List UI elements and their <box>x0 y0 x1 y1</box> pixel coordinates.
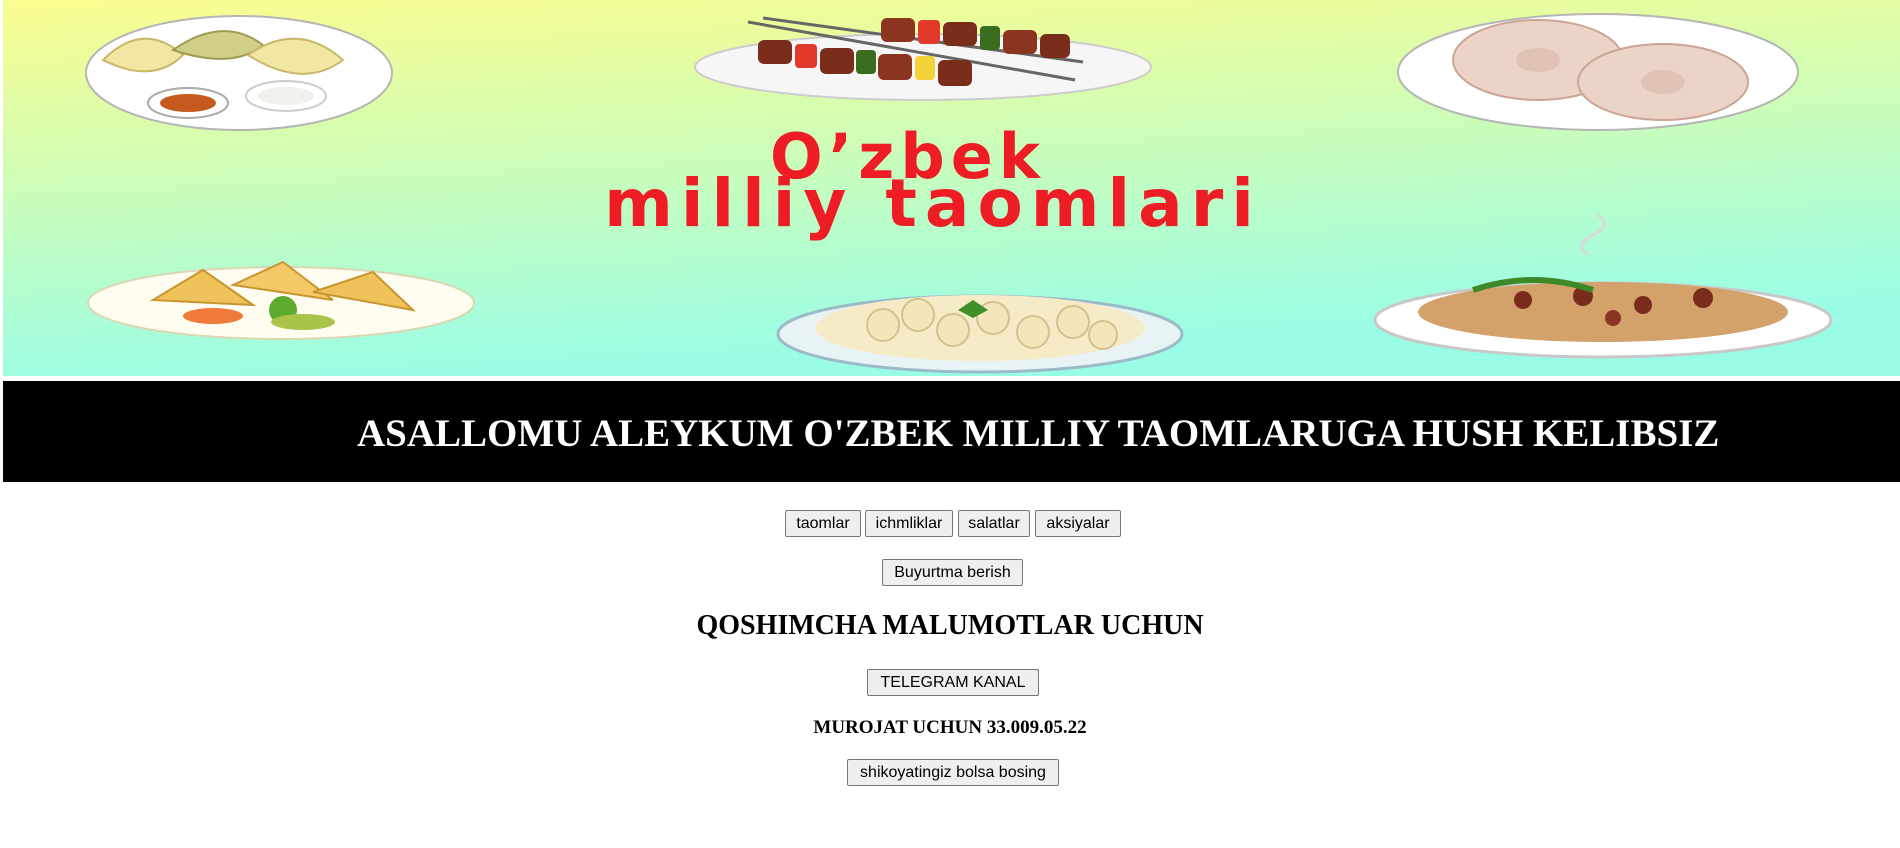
welcome-heading: ASALLOMU ALEYKUM O'ZBEK MILLIY TAOMLARUG… <box>357 412 1720 455</box>
telegram-button[interactable]: TELEGRAM KANAL <box>867 669 1039 696</box>
nav-button-taomlar[interactable]: taomlar <box>785 510 861 537</box>
hero-banner: O’zbek milliy taomlari <box>3 0 1900 376</box>
nav-button-salatlar[interactable]: salatlar <box>958 510 1030 537</box>
nav-button-ichmliklar[interactable]: ichmliklar <box>865 510 953 537</box>
banner-title-line2: milliy taomlari <box>604 165 1262 242</box>
chuchvara-plate-icon <box>776 294 1184 374</box>
dumplings-plate-icon <box>1397 13 1799 131</box>
complaint-button[interactable]: shikoyatingiz bolsa bosing <box>847 759 1059 786</box>
contact-text: MUROJAT UCHUN 33.009.05.22 <box>813 717 1087 738</box>
order-button[interactable]: Buyurtma berish <box>882 559 1023 586</box>
info-heading: QOSHIMCHA MALUMOTLAR UCHUN <box>696 610 1204 641</box>
manti-plate-icon <box>85 15 393 131</box>
nav-button-aksiyalar[interactable]: aksiyalar <box>1035 510 1121 537</box>
banner-illustration: O’zbek milliy taomlari <box>3 0 1900 376</box>
welcome-bar: ASALLOMU ALEYKUM O'ZBEK MILLIY TAOMLARUG… <box>3 381 1900 482</box>
